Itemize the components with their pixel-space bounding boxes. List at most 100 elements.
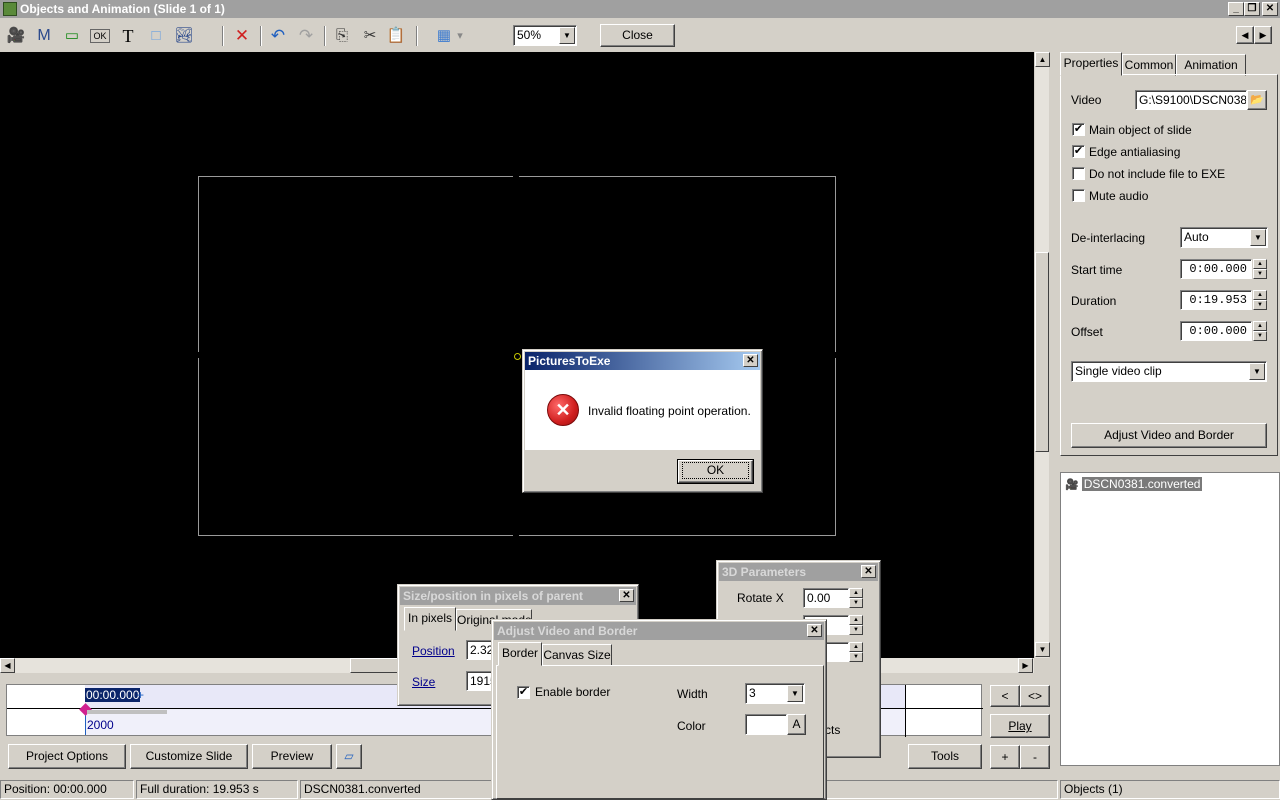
size-link[interactable]: Size [412,675,435,689]
error-dialog: PicturesToExe ✕ ✕ Invalid floating point… [522,349,763,493]
app-icon [3,2,17,16]
frame-handle-top[interactable] [513,172,519,180]
exclude-file-checkbox[interactable] [1072,167,1085,180]
error-close-icon[interactable]: ✕ [743,354,758,367]
status-objects: Objects (1) [1060,780,1280,799]
close-button[interactable]: Close [600,24,675,47]
cut-icon[interactable]: ✂ [360,26,380,46]
scroll-right-arrow[interactable]: ▶ [1018,658,1033,673]
offset-input[interactable]: 0:00.000 [1180,321,1252,341]
add-image-icon[interactable]: 🏞 [174,26,194,46]
properties-page: Video G:\S9100\DSCN0381 📂 ✔ Main object … [1060,74,1278,456]
tools-button[interactable]: Tools [908,744,982,769]
vscroll-thumb[interactable] [1035,252,1049,452]
prev-keyframe-button[interactable]: < [990,685,1020,707]
add-text-icon[interactable]: T [118,26,138,46]
play-button[interactable]: Play [990,714,1050,738]
preview-button[interactable]: Preview [252,744,332,769]
offset-spinner[interactable]: ▲ ▼ [1253,321,1267,342]
toolbar-separator [260,26,262,46]
rotate-x-input[interactable]: 0.00 [803,588,849,608]
tab-animation[interactable]: Animation [1176,54,1246,76]
grid-dropdown-icon[interactable]: ▾ [454,26,466,46]
params3d-close-icon[interactable]: ✕ [861,565,876,578]
duration-input[interactable]: 0:19.953 [1180,290,1252,310]
border-width-select[interactable]: 3 ▼ [745,683,805,704]
error-body: ✕ Invalid floating point operation. [525,370,760,450]
scroll-left-arrow[interactable]: ◀ [0,658,15,673]
add-frame-icon[interactable]: ▭ [62,26,82,46]
tab-common[interactable]: Common [1122,54,1176,76]
tab-border[interactable]: Border [498,642,542,666]
ok-button[interactable]: OK [677,459,754,484]
color-label: Color [677,719,706,733]
list-item[interactable]: 🎥 DSCN0381.converted [1065,476,1203,492]
redo-icon[interactable]: ↷ [296,26,316,46]
enable-border-checkbox[interactable]: ✔ [517,686,530,699]
rotate-y-spinner[interactable]: ▲ ▼ [849,615,863,636]
adjust-video-close-icon[interactable]: ✕ [807,624,822,637]
objects-list[interactable]: 🎥 DSCN0381.converted [1060,472,1280,766]
sizepos-close-icon[interactable]: ✕ [619,589,634,602]
minimize-button[interactable]: _ [1228,2,1244,16]
chevron-down-icon[interactable]: ▼ [787,685,803,702]
rotate-x-spinner[interactable]: ▲ ▼ [849,588,863,609]
clip-mode-select[interactable]: Single video clip ▼ [1071,361,1267,382]
border-page: ✔ Enable border Width 3 ▼ Color A [496,665,824,799]
tab-canvas-size[interactable]: Canvas Size [542,644,612,666]
window-close-button[interactable]: ✕ [1262,2,1278,16]
border-color-swatch[interactable] [745,714,787,735]
frame-handle-bottom[interactable] [513,531,519,539]
exclude-file-label: Do not include file to EXE [1089,167,1226,181]
tab-properties[interactable]: Properties [1060,52,1122,76]
scroll-down-arrow[interactable]: ▼ [1035,642,1050,657]
mute-audio-checkbox[interactable] [1072,189,1085,202]
status-full-duration: Full duration: 19.953 s [136,780,298,799]
rotate-z-spinner[interactable]: ▲ ▼ [849,642,863,663]
position-link[interactable]: Position [412,644,455,658]
enable-border-label: Enable border [535,685,611,699]
duration-spinner[interactable]: ▲ ▼ [1253,290,1267,311]
fullscreen-preview-icon[interactable]: ▱ [336,744,362,769]
timeline-time[interactable]: 00:00.000 [85,688,141,702]
restore-button[interactable]: ❐ [1244,2,1260,16]
add-keyframe-button[interactable]: + [990,745,1020,769]
undo-icon[interactable]: ↶ [268,26,288,46]
add-rectangle-icon[interactable]: □ [146,26,166,46]
copy-icon[interactable]: ⎘ [332,26,352,46]
chevron-down-icon[interactable]: ▼ [559,27,575,44]
color-picker-button[interactable]: A [787,714,806,735]
grid-icon[interactable]: ▦ [434,26,454,46]
prev-slide-button[interactable]: ◀ [1236,26,1254,44]
adjust-video-border-button[interactable]: Adjust Video and Border [1071,423,1267,448]
center-handle[interactable] [514,353,521,360]
start-time-spinner[interactable]: ▲ ▼ [1253,259,1267,280]
browse-icon[interactable]: 📂 [1247,90,1267,110]
frame-handle-right[interactable] [831,352,839,358]
object-name: DSCN0381.converted [1081,477,1203,491]
canvas-vscrollbar[interactable]: ▲ ▼ [1034,52,1050,658]
video-path-field[interactable]: G:\S9100\DSCN0381 [1135,90,1247,110]
deinterlacing-select[interactable]: Auto ▼ [1180,227,1268,248]
next-slide-button[interactable]: ▶ [1254,26,1272,44]
add-button-icon[interactable]: OK [90,29,110,43]
add-mask-icon[interactable]: M [34,26,54,46]
remove-keyframe-button[interactable]: - [1020,745,1050,769]
sizepos-title: Size/position in pixels of parent [400,587,636,605]
frame-handle-left[interactable] [194,352,202,358]
paste-icon[interactable]: 📋 [386,26,406,46]
chevron-down-icon[interactable]: ▼ [1249,363,1265,380]
delete-icon[interactable]: ✕ [232,26,252,46]
scroll-up-arrow[interactable]: ▲ [1035,52,1050,67]
customize-slide-button[interactable]: Customize Slide [130,744,248,769]
main-object-checkbox[interactable]: ✔ [1072,123,1085,136]
project-options-button[interactable]: Project Options [8,744,126,769]
edge-antialiasing-checkbox[interactable]: ✔ [1072,145,1085,158]
next-keyframe-button[interactable]: <> [1020,685,1050,707]
start-time-input[interactable]: 0:00.000 [1180,259,1252,279]
tab-in-pixels[interactable]: In pixels [404,607,456,631]
add-video-icon[interactable]: 🎥 [6,26,26,46]
timeline-add-keyframe[interactable]: + [137,688,144,702]
chevron-down-icon[interactable]: ▼ [1250,229,1266,246]
zoom-select[interactable]: 50% ▼ [513,25,577,46]
